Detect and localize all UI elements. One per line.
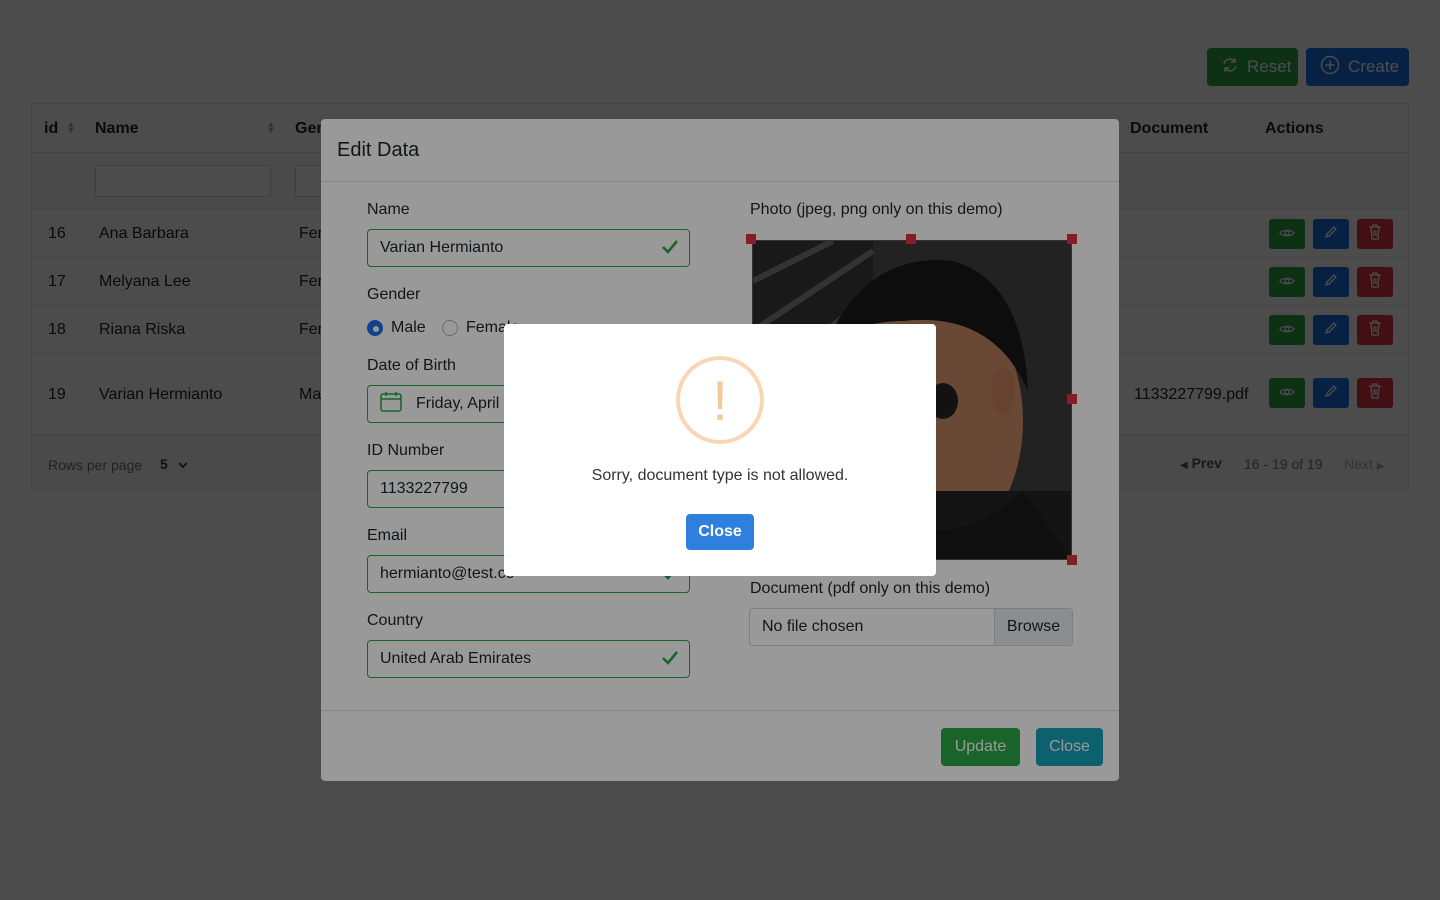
alert-message: Sorry, document type is not allowed. xyxy=(591,467,849,484)
error-alert-dialog: ! Sorry, document type is not allowed. C… xyxy=(504,324,936,576)
warning-icon-glyph: ! xyxy=(712,368,728,432)
warning-icon: ! xyxy=(676,356,764,444)
alert-close-button[interactable]: Close xyxy=(686,514,754,550)
